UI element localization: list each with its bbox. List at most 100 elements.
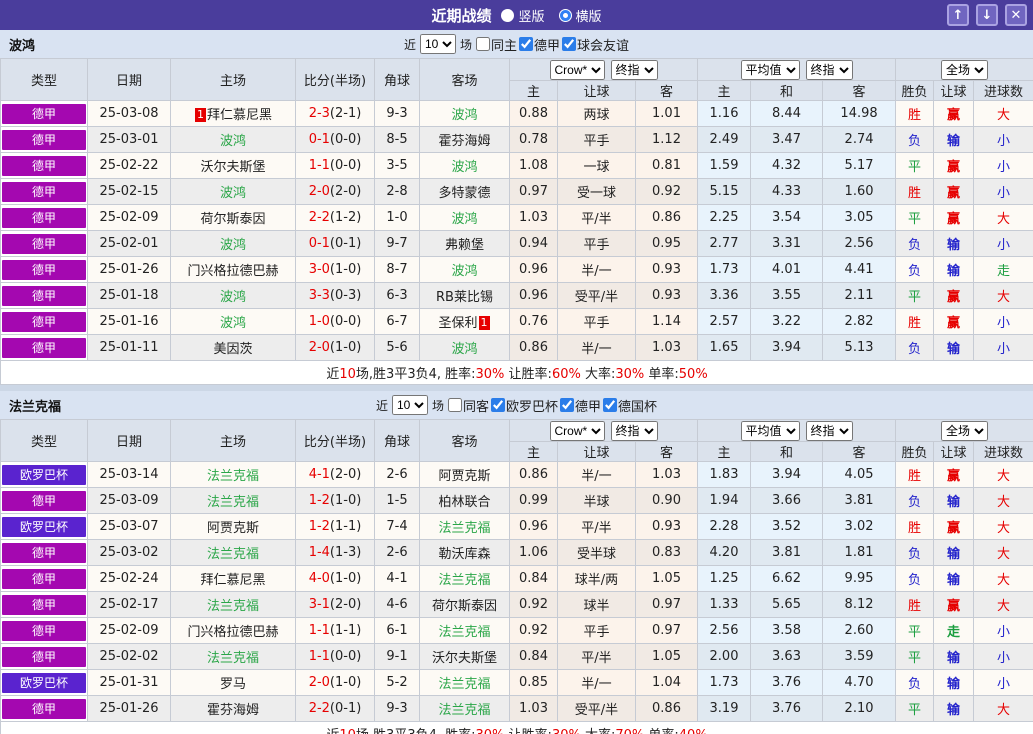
- col-header-avg-away: 客: [823, 81, 896, 101]
- games-count-select[interactable]: 10: [420, 34, 456, 54]
- fulltime-select[interactable]: 全场: [941, 421, 988, 441]
- league-badge: 欧罗巴杯: [1, 514, 88, 540]
- result-goals: 走: [974, 257, 1033, 283]
- avg-away: 3.59: [823, 644, 896, 670]
- bookmaker-select[interactable]: Crow*: [550, 421, 605, 441]
- odds-away: 1.05: [636, 644, 698, 670]
- match-date: 25-01-16: [88, 309, 171, 335]
- odds-away: 0.93: [636, 283, 698, 309]
- avg-draw: 3.54: [751, 205, 823, 231]
- final-odds-select-2[interactable]: 终指: [806, 60, 853, 80]
- avg-away: 14.98: [823, 101, 896, 127]
- result-handicap: 赢: [934, 101, 974, 127]
- avg-away: 2.74: [823, 127, 896, 153]
- odds-handicap: 平手: [558, 231, 636, 257]
- close-button[interactable]: ✕: [1005, 4, 1027, 26]
- avg-draw: 3.31: [751, 231, 823, 257]
- league-badge: 德甲: [1, 179, 88, 205]
- odds-handicap: 两球: [558, 101, 636, 127]
- match-score: 2-0(2-0): [296, 179, 375, 205]
- radio-horizontal-icon[interactable]: [559, 9, 572, 22]
- filter-checkbox-德甲[interactable]: 德甲: [560, 396, 601, 415]
- move-down-button[interactable]: ↓: [976, 4, 998, 26]
- match-date: 25-02-15: [88, 179, 171, 205]
- checkbox-德甲[interactable]: [519, 37, 533, 51]
- match-score: 3-3(0-3): [296, 283, 375, 309]
- filter-checkbox-欧罗巴杯[interactable]: 欧罗巴杯: [491, 396, 558, 415]
- checkbox-球会友谊[interactable]: [562, 37, 576, 51]
- result-goals: 大: [974, 592, 1033, 618]
- avg-home: 2.77: [698, 231, 751, 257]
- radio-horizontal[interactable]: 横版: [559, 6, 602, 25]
- filter-checkbox-德国杯[interactable]: 德国杯: [603, 396, 657, 415]
- avg-draw: 4.32: [751, 153, 823, 179]
- filter-checkbox-同主[interactable]: 同主: [476, 35, 517, 54]
- final-odds-select[interactable]: 终指: [611, 421, 658, 441]
- checkbox-同主[interactable]: [476, 37, 490, 51]
- result-wdl: 负: [896, 566, 934, 592]
- avg-home: 2.56: [698, 618, 751, 644]
- average-select[interactable]: 平均值: [741, 60, 800, 80]
- avg-draw: 4.01: [751, 257, 823, 283]
- avg-home: 4.20: [698, 540, 751, 566]
- filter-checkbox-德甲[interactable]: 德甲: [519, 35, 560, 54]
- checkbox-同客[interactable]: [448, 398, 462, 412]
- away-team: 法兰克福: [420, 696, 510, 722]
- home-team: 罗马: [171, 670, 296, 696]
- corner-score: 9-3: [375, 696, 420, 722]
- match-score: 4-0(1-0): [296, 566, 375, 592]
- final-odds-select-2[interactable]: 终指: [806, 421, 853, 441]
- final-odds-select[interactable]: 终指: [611, 60, 658, 80]
- filter-row: 法兰克福 近 10 场 同客欧罗巴杯德甲德国杯: [0, 391, 1033, 419]
- team-name: 波鸿: [9, 35, 35, 54]
- odds-home: 0.85: [510, 670, 558, 696]
- corner-score: 7-4: [375, 514, 420, 540]
- avg-home: 1.73: [698, 670, 751, 696]
- away-team: 沃尔夫斯堡: [420, 644, 510, 670]
- match-date: 25-02-01: [88, 231, 171, 257]
- avg-home: 2.49: [698, 127, 751, 153]
- odds-away: 1.14: [636, 309, 698, 335]
- radio-vertical-icon[interactable]: [501, 9, 514, 22]
- avg-home: 2.00: [698, 644, 751, 670]
- home-team: 阿贾克斯: [171, 514, 296, 540]
- league-badge: 欧罗巴杯: [1, 462, 88, 488]
- odds-home: 0.86: [510, 335, 558, 361]
- result-handicap: 输: [934, 566, 974, 592]
- avg-draw: 3.63: [751, 644, 823, 670]
- league-badge: 德甲: [1, 309, 88, 335]
- col-header-score: 比分(半场): [296, 59, 375, 101]
- average-select[interactable]: 平均值: [741, 421, 800, 441]
- result-wdl: 胜: [896, 592, 934, 618]
- league-badge: 德甲: [1, 127, 88, 153]
- avg-draw: 3.81: [751, 540, 823, 566]
- avg-away: 3.05: [823, 205, 896, 231]
- filter-games-label: 场: [432, 397, 444, 414]
- avg-draw: 3.58: [751, 618, 823, 644]
- home-team: 法兰克福: [171, 488, 296, 514]
- checkbox-德甲[interactable]: [560, 398, 574, 412]
- result-goals: 大: [974, 566, 1033, 592]
- result-wdl: 负: [896, 231, 934, 257]
- result-wdl: 负: [896, 335, 934, 361]
- filter-games-label: 场: [460, 36, 472, 53]
- avg-draw: 3.94: [751, 335, 823, 361]
- fulltime-select[interactable]: 全场: [941, 60, 988, 80]
- table-row: 德甲25-03-09法兰克福1-2(1-0)1-5柏林联合0.99半球0.901…: [1, 488, 1033, 514]
- filter-checkbox-球会友谊[interactable]: 球会友谊: [562, 35, 629, 54]
- result-wdl: 胜: [896, 179, 934, 205]
- result-wdl: 平: [896, 644, 934, 670]
- odds-handicap: 球半/两: [558, 566, 636, 592]
- move-up-button[interactable]: ↑: [947, 4, 969, 26]
- result-wdl: 胜: [896, 309, 934, 335]
- league-badge: 德甲: [1, 335, 88, 361]
- result-goals: 小: [974, 231, 1033, 257]
- odds-home: 0.76: [510, 309, 558, 335]
- checkbox-欧罗巴杯[interactable]: [491, 398, 505, 412]
- checkbox-德国杯[interactable]: [603, 398, 617, 412]
- radio-vertical[interactable]: 竖版: [501, 6, 544, 25]
- bookmaker-select[interactable]: Crow*: [550, 60, 605, 80]
- filter-checkbox-同客[interactable]: 同客: [448, 396, 489, 415]
- avg-home: 1.94: [698, 488, 751, 514]
- games-count-select[interactable]: 10: [392, 395, 428, 415]
